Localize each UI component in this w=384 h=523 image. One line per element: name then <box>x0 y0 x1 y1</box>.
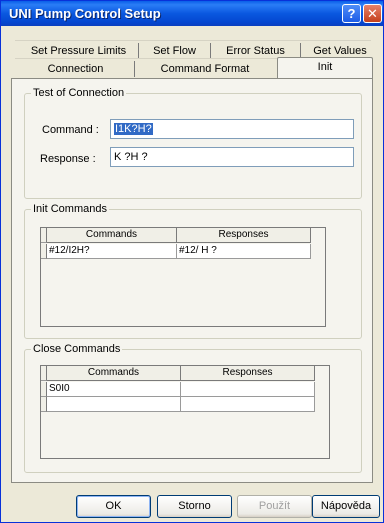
command-input[interactable]: I1K?H? <box>110 119 354 139</box>
close-title-button[interactable]: ✕ <box>363 4 382 23</box>
tab-set-flow[interactable]: Set Flow <box>139 43 211 59</box>
tab-command-format[interactable]: Command Format <box>135 61 275 77</box>
help-icon: ? <box>347 6 356 21</box>
init-commands-legend: Init Commands <box>33 203 107 215</box>
close-response-cell[interactable] <box>181 397 315 412</box>
test-connection-group: Test of Connection <box>24 87 362 199</box>
title-bar[interactable]: UNI Pump Control Setup ? ✕ <box>1 1 383 26</box>
help-title-button[interactable]: ? <box>342 4 361 23</box>
init-grid-header-responses[interactable]: Responses <box>177 228 311 243</box>
dialog-window: UNI Pump Control Setup ? ✕ Set Pressure … <box>0 0 384 523</box>
command-input-value: I1K?H? <box>114 123 153 135</box>
test-connection-legend: Test of Connection <box>33 87 125 99</box>
close-grid-header: Commands Responses <box>41 366 315 381</box>
close-grid-header-commands[interactable]: Commands <box>47 366 181 381</box>
tab-panel-init: Test of Connection Command : I1K?H? Resp… <box>11 78 373 483</box>
ok-button[interactable]: OK <box>76 495 151 518</box>
close-response-cell[interactable] <box>181 382 315 397</box>
close-command-cell[interactable]: S0I0 <box>47 382 181 397</box>
close-commands-legend: Close Commands <box>33 343 121 355</box>
close-commands-grid[interactable]: Commands Responses S0I0 <box>40 365 330 459</box>
init-response-cell[interactable]: #12/ H ? <box>177 244 311 259</box>
response-input[interactable]: K ?H ? <box>110 147 354 167</box>
tab-row-divider-front <box>15 58 277 59</box>
table-row[interactable]: #12/I2H? #12/ H ? <box>41 244 311 259</box>
apply-button[interactable]: Použít <box>237 495 312 518</box>
window-title: UNI Pump Control Setup <box>9 6 161 21</box>
close-grid-header-responses[interactable]: Responses <box>181 366 315 381</box>
close-command-cell[interactable] <box>47 397 181 412</box>
tab-init[interactable]: Init <box>277 57 373 79</box>
command-label: Command : <box>42 124 99 136</box>
tab-row-divider <box>15 40 371 41</box>
init-commands-grid[interactable]: Commands Responses #12/I2H? #12/ H ? <box>40 227 326 327</box>
table-row[interactable] <box>41 397 315 412</box>
help-button[interactable]: Nápověda <box>312 495 380 518</box>
tab-set-pressure-limits[interactable]: Set Pressure Limits <box>19 43 139 59</box>
init-command-cell[interactable]: #12/I2H? <box>47 244 177 259</box>
tab-connection[interactable]: Connection <box>17 61 135 77</box>
init-grid-header: Commands Responses <box>41 228 311 243</box>
response-label: Response : <box>40 153 96 165</box>
close-icon: ✕ <box>367 5 378 21</box>
init-grid-header-commands[interactable]: Commands <box>47 228 177 243</box>
cancel-button[interactable]: Storno <box>157 495 232 518</box>
table-row[interactable]: S0I0 <box>41 382 315 397</box>
